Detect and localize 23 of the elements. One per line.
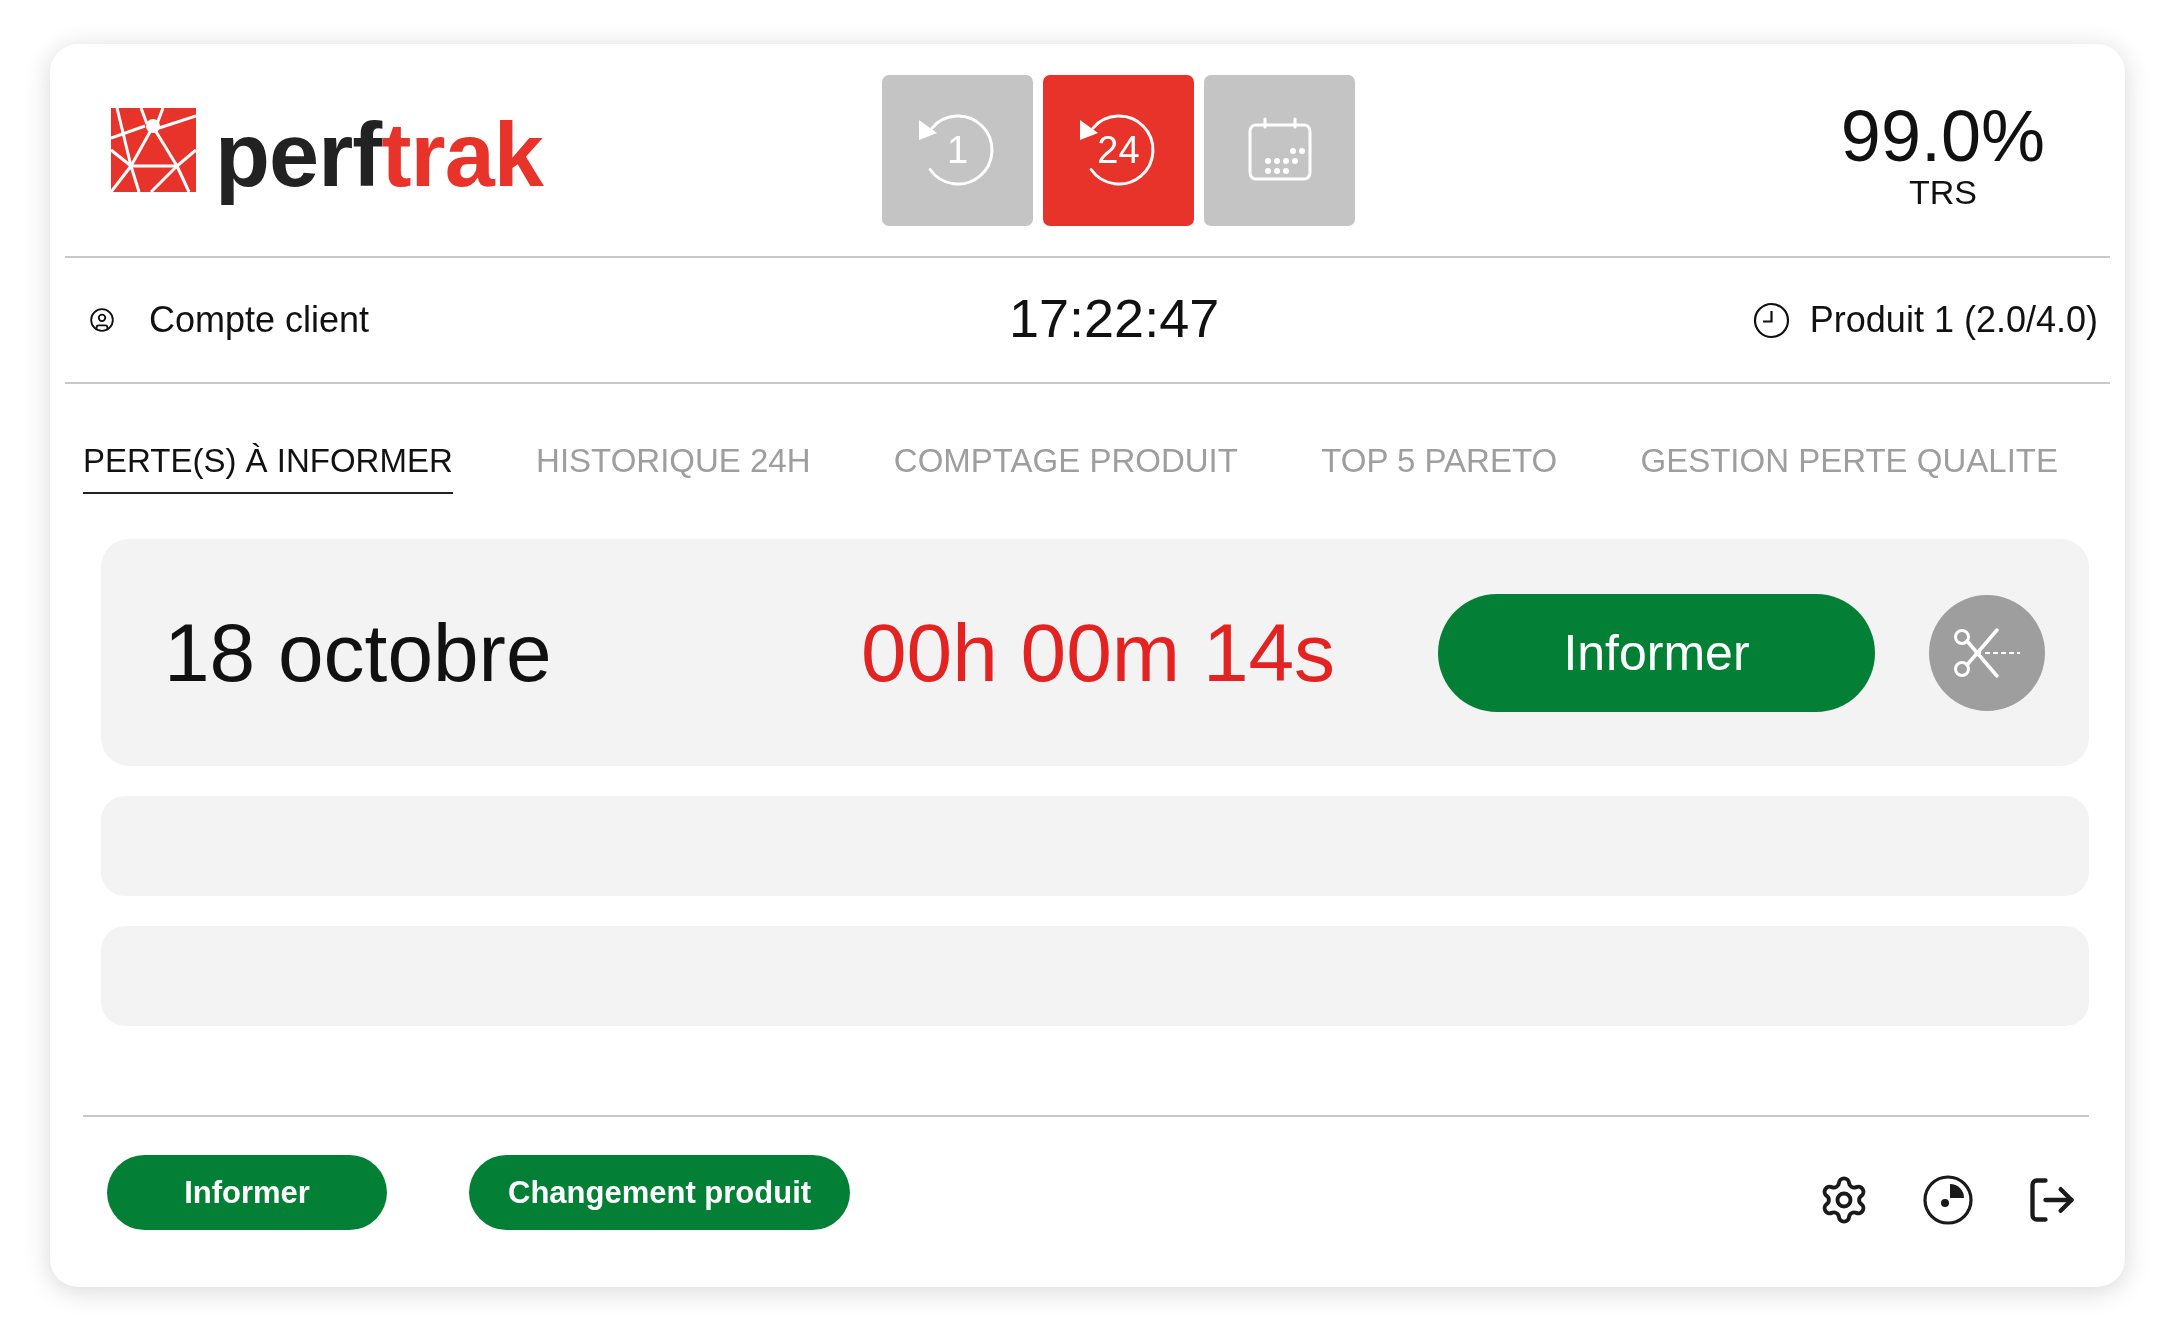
loss-duration: 00h 00m 14s: [861, 611, 1336, 694]
trs-value: 99.0%: [1840, 98, 2045, 174]
logo-icon: [111, 108, 196, 192]
user-icon: [89, 307, 115, 333]
trs-label: TRS: [1908, 174, 1977, 210]
tab[interactable]: COMPTAGE PRODUIT: [893, 442, 1238, 494]
scissors-icon: [1953, 625, 2021, 680]
tab[interactable]: HISTORIQUE 24H: [536, 442, 811, 494]
clock-icon: [1752, 301, 1790, 339]
gauge-button[interactable]: [1922, 1173, 1974, 1226]
account-name: Compte client: [149, 302, 370, 338]
tab[interactable]: GESTION PERTE QUALITE: [1640, 442, 2058, 494]
tab[interactable]: TOP 5 PARETO: [1321, 442, 1558, 494]
footer-button[interactable]: Changement produit: [469, 1155, 851, 1230]
gauge-icon: [1922, 1173, 1974, 1226]
tab[interactable]: PERTE(S) À INFORMER: [83, 442, 453, 494]
footer-button[interactable]: Informer: [107, 1155, 387, 1230]
inform-button[interactable]: Informer: [1438, 593, 1875, 712]
clock-time: 17:22:47: [1009, 291, 1220, 345]
logo-text: perftrak: [215, 104, 543, 207]
period-button[interactable]: 24: [1043, 74, 1194, 226]
product-name: Produit 1 (2.0/4.0): [1809, 302, 2098, 338]
loss-date: 18 octobre: [164, 611, 553, 694]
